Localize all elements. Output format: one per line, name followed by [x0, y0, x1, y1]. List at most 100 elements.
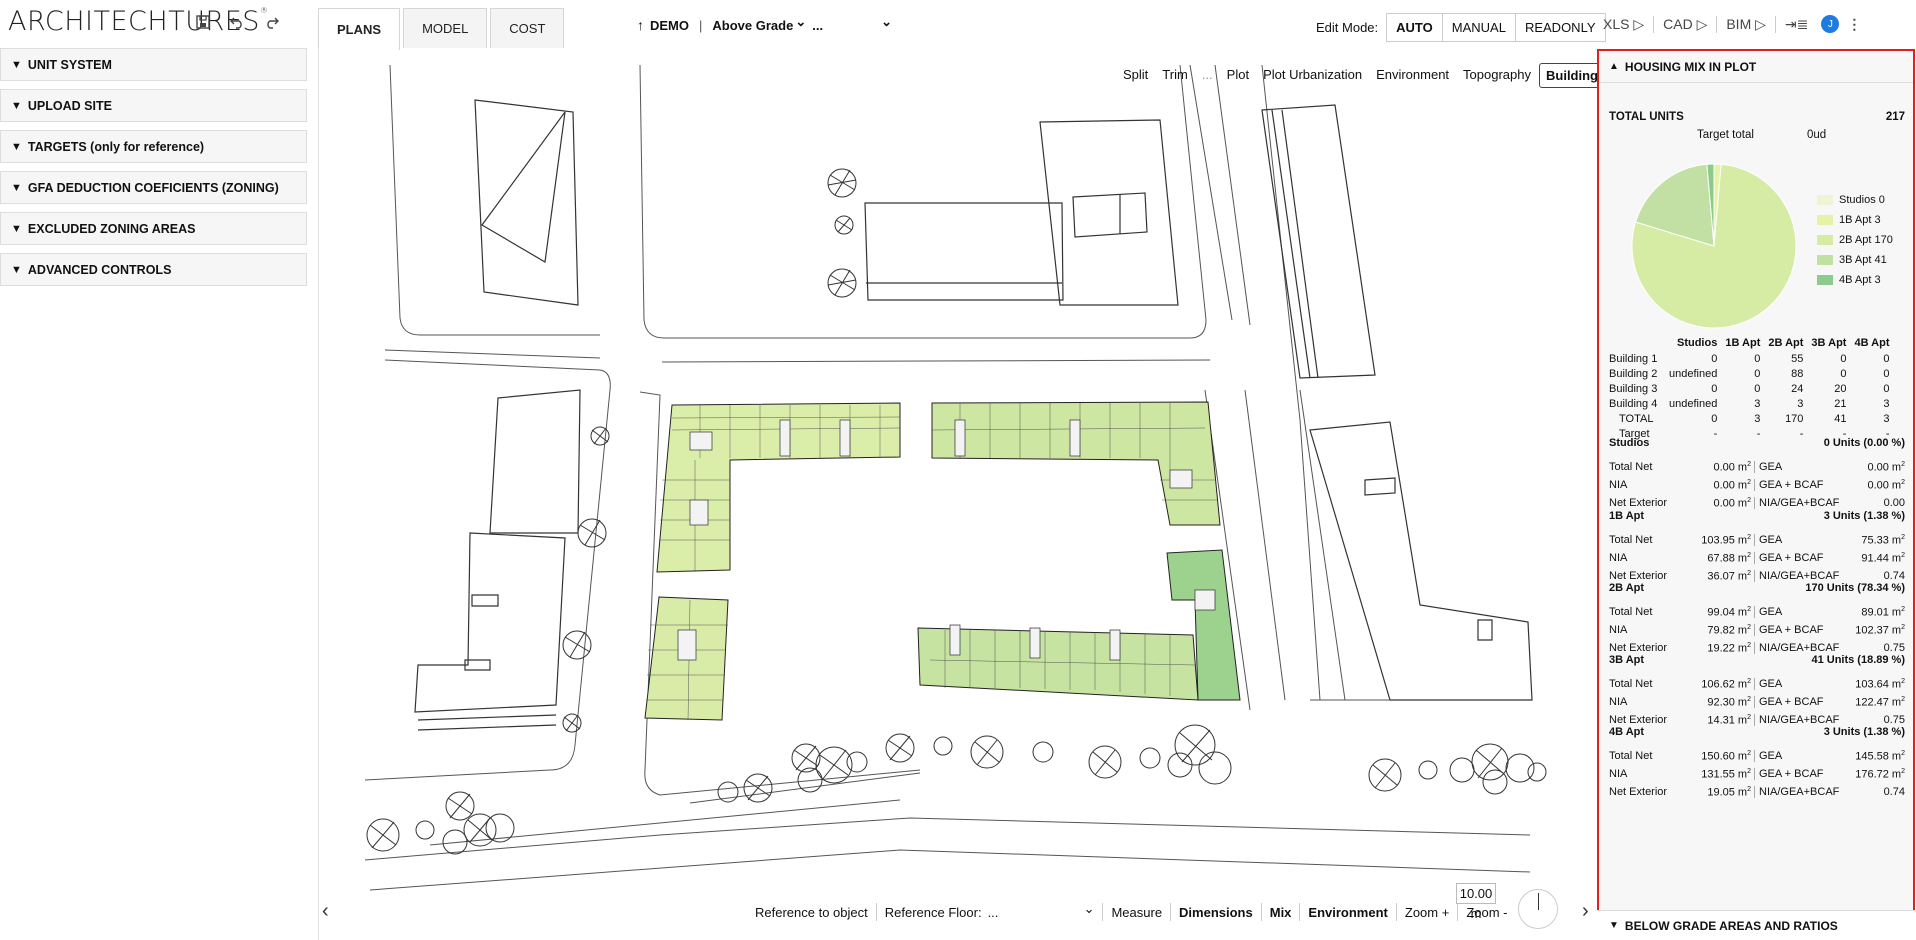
- view-tab-building[interactable]: Building: [1539, 63, 1605, 88]
- target-total-value: 0ud: [1807, 129, 1827, 141]
- scale-unit: m: [1470, 906, 1482, 921]
- more-menu-icon[interactable]: ⋮: [1847, 16, 1861, 33]
- unit-summary: 3 Units (1.38 %): [1823, 510, 1905, 522]
- unit-block: 2B Apt 170 Units (78.34 %) Total Net 99.04 …: [1609, 582, 1905, 657]
- unit-metric: NIA: [1609, 624, 1628, 636]
- prev-arrow-icon[interactable]: ‹: [322, 900, 329, 923]
- table-cell: 170: [1785, 412, 1804, 425]
- unit-metric: GEA + BCAF: [1759, 768, 1824, 780]
- legend-swatch: [1817, 255, 1833, 265]
- unit-metric: Net Exterior: [1609, 497, 1668, 509]
- scale-value[interactable]: 10.00: [1456, 883, 1496, 904]
- section-label: EXCLUDED ZONING AREAS: [27, 221, 196, 236]
- table-cell: 0: [1754, 382, 1761, 395]
- unit-metric: GEA + BCAF: [1759, 696, 1824, 708]
- edit-mode-auto[interactable]: AUTO: [1387, 14, 1443, 41]
- unit-block: Studios 0 Units (0.00 %) Total Net 0.00 m2 G…: [1609, 437, 1905, 512]
- measure-button[interactable]: Measure: [1111, 905, 1162, 920]
- panel-divider: [318, 48, 319, 940]
- export-xls-button[interactable]: XLS ▷: [1594, 16, 1653, 33]
- area-exponent: 2: [1747, 695, 1751, 703]
- below-grade-section[interactable]: ▼ BELOW GRADE AREAS AND RATIOS: [1597, 910, 1915, 940]
- section-advanced-controls[interactable]: ▼ ADVANCED CONTROLS: [0, 253, 307, 286]
- area-exponent: 2: [1901, 478, 1905, 486]
- edit-mode-readonly[interactable]: READONLY: [1516, 14, 1605, 41]
- project-name[interactable]: DEMO: [650, 18, 689, 33]
- unit-metric: 19.22 m2: [1689, 641, 1755, 655]
- next-arrow-icon[interactable]: ›: [1582, 900, 1589, 923]
- export-bim-button[interactable]: BIM ▷: [1716, 15, 1775, 33]
- section-unit-system[interactable]: ▼ UNIT SYSTEM: [0, 48, 307, 81]
- section-upload-site[interactable]: ▼ UPLOAD SITE: [0, 89, 307, 122]
- table-cell: 20: [1834, 382, 1847, 395]
- table-cell: Building 3: [1609, 382, 1658, 395]
- unit-summary: 41 Units (18.89 %): [1811, 654, 1905, 666]
- table-cell: 0: [1840, 367, 1847, 380]
- grade-selector[interactable]: Above Grade: [712, 18, 793, 33]
- unit-metric: NIA: [1609, 479, 1628, 491]
- floor-ellipsis[interactable]: ...: [812, 18, 823, 33]
- chevron-down-icon: ▼: [11, 263, 22, 276]
- chevron-down-icon: ▼: [11, 222, 22, 235]
- unit-metric-row: NIA 92.30 m2 GEA + BCAF 122.47 m2: [1609, 693, 1905, 711]
- reference-floor-select[interactable]: ...: [988, 905, 1084, 920]
- chevron-up-icon: ▲: [1609, 61, 1619, 72]
- export-cad-button[interactable]: CAD ▷: [1653, 15, 1716, 33]
- view-tab-more[interactable]: ...: [1196, 63, 1219, 88]
- housing-mix-header[interactable]: ▲ HOUSING MIX IN PLOT: [1599, 51, 1913, 83]
- table-cell: undefined: [1669, 397, 1718, 410]
- section-excluded-zoning[interactable]: ▼ EXCLUDED ZONING AREAS: [0, 212, 307, 245]
- tab-plans[interactable]: PLANS: [318, 8, 401, 50]
- table-row: Building 4 undefined 3 3 21 3: [1605, 396, 1890, 411]
- edit-mode-manual[interactable]: MANUAL: [1443, 14, 1516, 41]
- unit-metric-row: NIA 0.00 m2 GEA + BCAF 0.00 m2: [1609, 476, 1905, 494]
- view-tab-topography[interactable]: Topography: [1457, 63, 1537, 88]
- avatar[interactable]: J: [1821, 15, 1840, 33]
- mix-button[interactable]: Mix: [1270, 905, 1292, 920]
- table-row: Building 3 0 0 24 20 0: [1605, 381, 1890, 396]
- unit-metric: Total Net: [1609, 678, 1653, 690]
- unit-name: 1B Apt: [1609, 510, 1645, 522]
- area-exponent: 2: [1901, 695, 1905, 703]
- edit-mode-toggle: AUTO MANUAL READONLY: [1386, 13, 1606, 42]
- divider: [1260, 903, 1262, 921]
- up-arrow-icon[interactable]: ↑: [637, 17, 644, 33]
- area-exponent: 2: [1747, 785, 1751, 793]
- tab-model[interactable]: MODEL: [403, 8, 488, 48]
- compass-icon[interactable]: [1518, 889, 1558, 929]
- floor-dropdown-icon[interactable]: ⌄: [881, 14, 892, 30]
- unit-metric: NIA: [1609, 552, 1628, 564]
- undo-icon[interactable]: [227, 12, 247, 32]
- grade-chevron-icon[interactable]: ⌄: [795, 14, 806, 30]
- redo-icon[interactable]: [262, 12, 282, 32]
- save-icon[interactable]: [193, 12, 213, 32]
- collapse-panel-icon[interactable]: ⇥≣: [1774, 15, 1817, 33]
- section-targets[interactable]: ▼ TARGETS (only for reference): [0, 130, 307, 163]
- unit-metric: 150.60 m2: [1689, 749, 1755, 763]
- chevron-down-icon[interactable]: ⌄: [1084, 901, 1095, 917]
- view-tab-trim[interactable]: Trim: [1156, 63, 1194, 88]
- zoom-in-button[interactable]: Zoom +: [1405, 905, 1449, 920]
- environment-button[interactable]: Environment: [1308, 905, 1387, 920]
- view-tab-plot-urbanization[interactable]: Plot Urbanization: [1257, 63, 1368, 88]
- unit-metric: 0.74: [1883, 786, 1905, 798]
- table-header: 1B Apt: [1725, 337, 1761, 349]
- divider: [1170, 903, 1172, 921]
- site-plan-canvas[interactable]: [320, 48, 1590, 893]
- unit-metric: GEA: [1759, 750, 1783, 762]
- reference-to-object[interactable]: Reference to object: [755, 905, 868, 920]
- table-cell: 3: [1754, 412, 1761, 425]
- tab-cost[interactable]: COST: [490, 8, 565, 48]
- area-exponent: 2: [1747, 605, 1751, 613]
- below-grade-title: BELOW GRADE AREAS AND RATIOS: [1624, 918, 1838, 933]
- view-tab-split[interactable]: Split: [1117, 63, 1154, 88]
- edit-mode: Edit Mode: AUTO MANUAL READONLY: [1316, 13, 1606, 42]
- table-cell: 0: [1711, 412, 1718, 425]
- unit-metric-row: Total Net 106.62 m2 GEA 103.64 m2: [1609, 675, 1905, 693]
- legend-item: Studios 0: [1817, 190, 1893, 210]
- view-tab-plot[interactable]: Plot: [1221, 63, 1255, 88]
- legend-label: 4B Apt 3: [1839, 274, 1881, 286]
- view-tab-environment[interactable]: Environment: [1370, 63, 1455, 88]
- section-gfa-deduction[interactable]: ▼ GFA DEDUCTION COEFICIENTS (ZONING): [0, 171, 307, 204]
- dimensions-button[interactable]: Dimensions: [1179, 905, 1253, 920]
